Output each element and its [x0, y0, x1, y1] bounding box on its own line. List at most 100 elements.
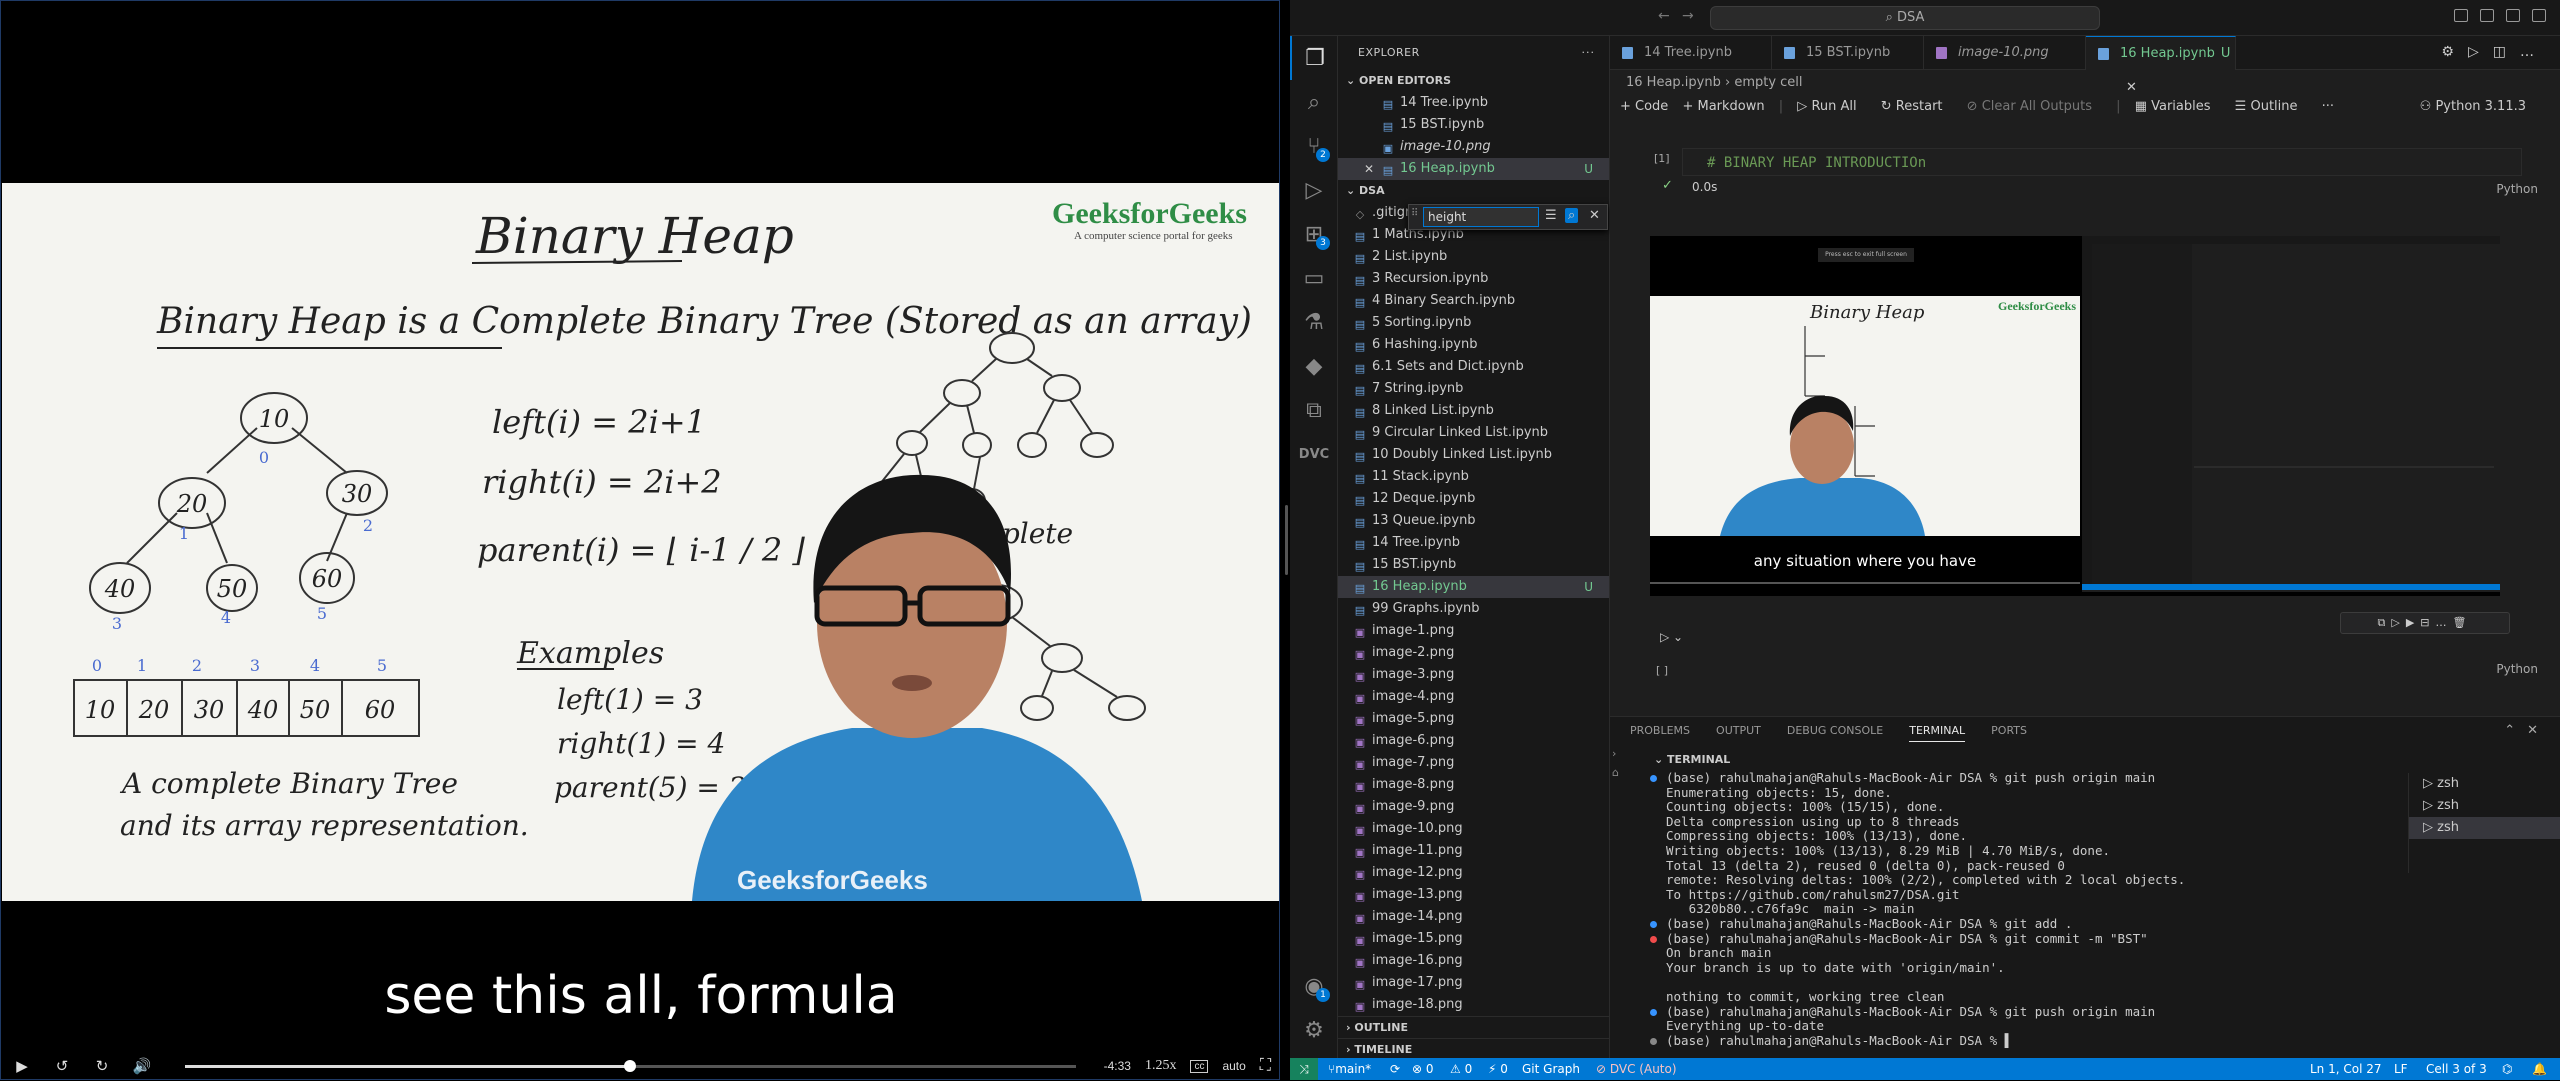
testing-icon[interactable]: ⚗	[1290, 300, 1338, 344]
forward-arrow-icon[interactable]: →	[1682, 8, 1694, 24]
file-tree-item[interactable]: ▣ image-13.png	[1338, 884, 1609, 906]
outline-button[interactable]: ☰ Outline	[2235, 99, 2308, 114]
file-tree-item[interactable]: ▤ 10 Doubly Linked List.ipynb	[1338, 444, 1609, 466]
open-editor-item[interactable]: ✕ ▤ 16 Heap.ipynb U	[1338, 158, 1609, 180]
file-tree-item[interactable]: ▤ 16 Heap.ipynb U	[1338, 576, 1609, 598]
file-tree-item[interactable]: ▣ image-10.png	[1338, 818, 1609, 840]
run-cell-icon[interactable]: ▷ ⌄	[1660, 630, 1683, 644]
source-control-icon[interactable]: ⑂ 2	[1290, 124, 1338, 168]
open-editor-item[interactable]: ▤ 14 Tree.ipynb	[1338, 92, 1609, 114]
file-tree-item[interactable]: ▣ image-2.png	[1338, 642, 1609, 664]
toggle-panel-icon[interactable]	[2480, 9, 2494, 22]
panel-tab-output[interactable]: OUTPUT	[1716, 724, 1761, 737]
file-tree-item[interactable]: ▣ image-1.png	[1338, 620, 1609, 642]
video-player[interactable]: Binary Heap Binary Heap is a Complete Bi…	[0, 0, 1280, 1080]
add-markdown-button[interactable]: + Markdown	[1682, 99, 1764, 114]
jupyter-icon[interactable]: ⧉	[1290, 388, 1338, 432]
volume-icon[interactable]: 🔊	[131, 1057, 153, 1075]
file-tree-item[interactable]: ▣ image-7.png	[1338, 752, 1609, 774]
file-tree-item[interactable]: ▣ image-3.png	[1338, 664, 1609, 686]
run-all-button[interactable]: ▷ Run All	[1797, 99, 1866, 114]
eol-indicator[interactable]: LF	[2394, 1058, 2408, 1080]
breadcrumb-cell[interactable]: empty cell	[1734, 75, 1802, 90]
ports-indicator[interactable]: ⚡ 0	[1488, 1058, 1508, 1080]
file-tree-item[interactable]: ▣ image-9.png	[1338, 796, 1609, 818]
editor-tab[interactable]: 16 Heap.ipynb U ✕	[2086, 36, 2236, 95]
tree-find-input[interactable]: height	[1423, 207, 1539, 227]
remote-explorer-icon[interactable]: ▭	[1290, 256, 1338, 300]
cell-2-language[interactable]: Python	[2496, 662, 2538, 676]
extensions-icon[interactable]: ⊞ 3	[1290, 212, 1338, 256]
rewind-10-icon[interactable]: ↺	[51, 1057, 73, 1075]
more-icon[interactable]: …	[2520, 44, 2548, 60]
add-code-button[interactable]: + Code	[1620, 99, 1668, 114]
file-tree-item[interactable]: ▣ image-15.png	[1338, 928, 1609, 950]
prompt-decoration-icon[interactable]	[1650, 775, 1657, 782]
notebook-cell-1[interactable]: # BINARY HEAP INTRODUCTIOn [1] ✓ 0.0s Py…	[1642, 144, 2552, 202]
settings-gear-icon[interactable]: ⚙	[1290, 1008, 1338, 1052]
file-tree-item[interactable]: ▤ 99 Graphs.ipynb	[1338, 598, 1609, 620]
seek-bar[interactable]	[185, 1059, 1076, 1072]
close-editor-icon[interactable]: ✕	[1364, 158, 1374, 180]
cell-1-language[interactable]: Python	[2496, 182, 2538, 196]
run-debug-icon[interactable]: ▷	[1290, 168, 1338, 212]
command-center[interactable]: ⌕ DSA	[1710, 6, 2100, 30]
file-tree-item[interactable]: ▤ 14 Tree.ipynb	[1338, 532, 1609, 554]
toggle-secondary-sidebar-icon[interactable]	[2506, 9, 2520, 22]
file-tree-item[interactable]: ▣ image-18.png	[1338, 994, 1609, 1016]
playback-speed[interactable]: 1.25x	[1145, 1058, 1177, 1074]
folder-section[interactable]: ⌄ DSA	[1338, 180, 1609, 202]
panel-tab-terminal[interactable]: TERMINAL	[1909, 724, 1966, 742]
split-divider[interactable]	[1282, 0, 1290, 1080]
file-tree-item[interactable]: ▤ 9 Circular Linked List.ipynb	[1338, 422, 1609, 444]
file-tree-item[interactable]: ▣ image-17.png	[1338, 972, 1609, 994]
file-tree-item[interactable]: ▤ 6.1 Sets and Dict.ipynb	[1338, 356, 1609, 378]
forward-10-icon[interactable]: ↻	[91, 1057, 113, 1075]
dvc-icon[interactable]: DVC	[1290, 432, 1338, 476]
open-editor-item[interactable]: ▣ image-10.png	[1338, 136, 1609, 158]
kernel-picker[interactable]: ⚇ Python 3.11.3	[2420, 94, 2536, 120]
cursor-position[interactable]: Ln 1, Col 27	[2310, 1058, 2382, 1080]
breadcrumb-file[interactable]: 16 Heap.ipynb	[1626, 75, 1721, 90]
terminal-instance[interactable]: ▷ zsh	[2409, 817, 2560, 839]
file-tree-item[interactable]: ▣ image-12.png	[1338, 862, 1609, 884]
file-tree-item[interactable]: ▤ 8 Linked List.ipynb	[1338, 400, 1609, 422]
file-tree-item[interactable]: ▤ 2 List.ipynb	[1338, 246, 1609, 268]
file-tree-item[interactable]: ▤ 4 Binary Search.ipynb	[1338, 290, 1609, 312]
file-tree-item[interactable]: ▤ 7 String.ipynb	[1338, 378, 1609, 400]
outline-section[interactable]: › OUTLINE	[1338, 1016, 1609, 1038]
panel-tab-problems[interactable]: PROBLEMS	[1630, 724, 1690, 737]
toggle-sidebar-icon[interactable]	[2454, 9, 2468, 22]
file-tree-item[interactable]: ▤ 5 Sorting.ipynb	[1338, 312, 1609, 334]
remote-indicator-icon[interactable]: ⤨	[1290, 1058, 1318, 1080]
file-tree-item[interactable]: ▣ image-6.png	[1338, 730, 1609, 752]
git-graph-button[interactable]: Git Graph	[1522, 1058, 1580, 1080]
drag-handle-icon[interactable]: ⠿	[1411, 208, 1418, 219]
collapse-icon[interactable]: ⌂	[1612, 766, 1642, 779]
warnings-indicator[interactable]: ⚠ 0	[1450, 1058, 1472, 1080]
run-icon[interactable]: ▷	[2468, 44, 2493, 60]
fuzzy-match-icon[interactable]: ⌕	[1565, 208, 1579, 223]
file-tree-item[interactable]: ▤ 3 Recursion.ipynb	[1338, 268, 1609, 290]
clear-outputs-button[interactable]: ⊘ Clear All Outputs	[1967, 99, 2102, 114]
notebook-cell-2[interactable]: ▷ ⌄ [ ] Python	[1642, 626, 2552, 684]
file-tree-item[interactable]: ▤ 15 BST.ipynb	[1338, 554, 1609, 576]
file-tree-item[interactable]: ▤ 12 Deque.ipynb	[1338, 488, 1609, 510]
fullscreen-icon[interactable]: ⛶	[1260, 1057, 1271, 1075]
file-tree-item[interactable]: ▣ image-16.png	[1338, 950, 1609, 972]
open-editors-section[interactable]: ⌄ OPEN EDITORS	[1338, 70, 1609, 92]
prompt-decoration-icon[interactable]	[1650, 935, 1657, 943]
search-icon[interactable]: ⌕	[1290, 80, 1338, 124]
editor-tab[interactable]: 14 Tree.ipynb	[1610, 36, 1772, 70]
divider-grip[interactable]	[1285, 505, 1288, 575]
play-icon[interactable]: ▶	[11, 1057, 33, 1075]
file-tree-item[interactable]: ▣ image-14.png	[1338, 906, 1609, 928]
terminal-output[interactable]: (base) rahulmahajan@Rahuls-MacBook-Air D…	[1646, 771, 2406, 1057]
sync-icon[interactable]: ⟳	[1390, 1058, 1400, 1080]
expand-icon[interactable]: ›	[1612, 747, 1642, 760]
split-editor-icon[interactable]: ◫	[2493, 44, 2520, 60]
panel-tab-ports[interactable]: PORTS	[1991, 724, 2027, 737]
captions-icon[interactable]: cc	[1190, 1059, 1209, 1073]
copilot-icon[interactable]: ⌬	[2502, 1058, 2512, 1080]
open-editor-item[interactable]: ▤ 15 BST.ipynb	[1338, 114, 1609, 136]
